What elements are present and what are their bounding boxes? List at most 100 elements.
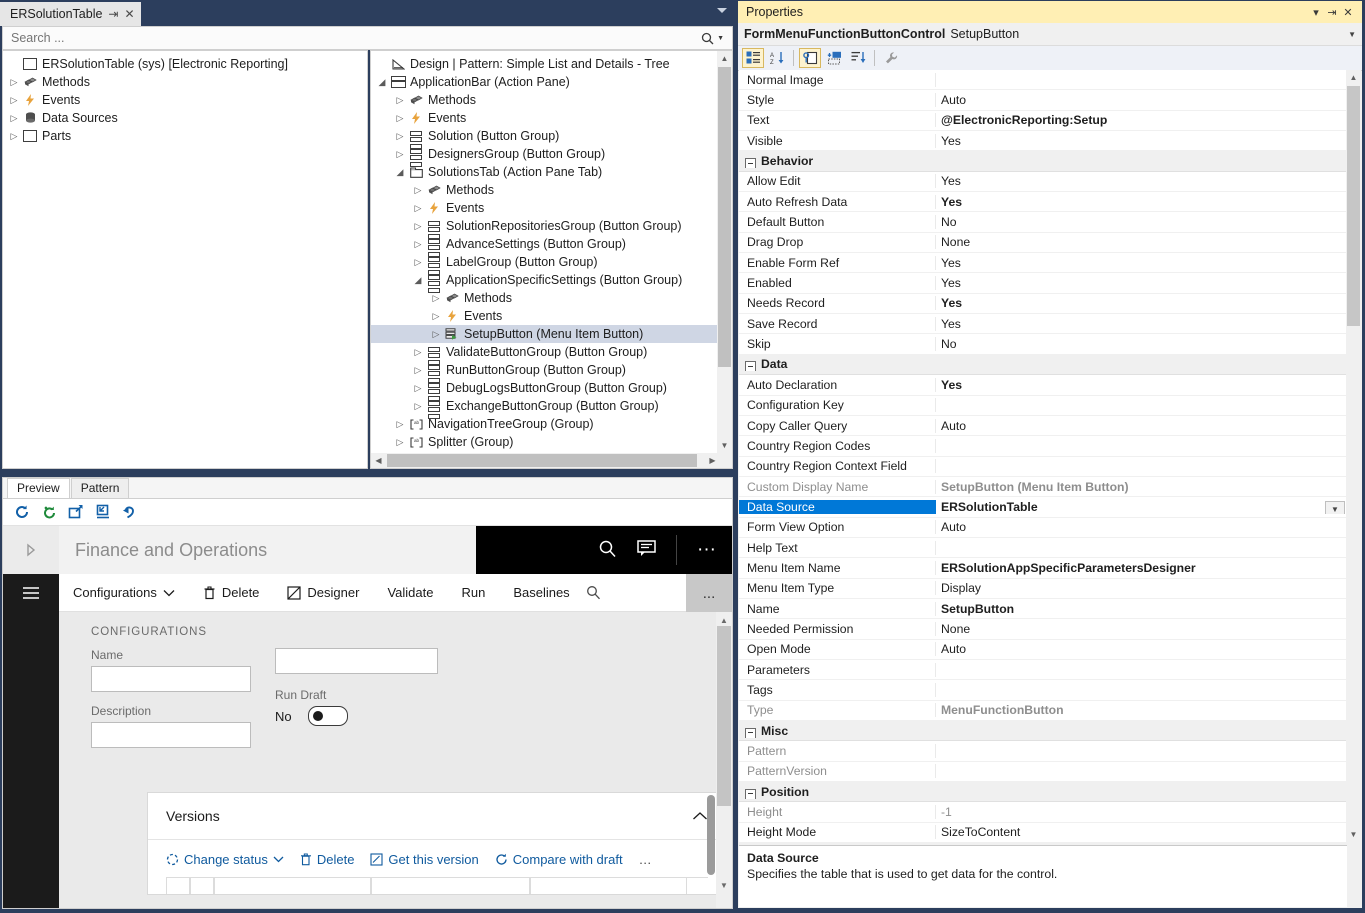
action-compare-with-draft[interactable]: Compare with draft <box>495 852 623 867</box>
property-row[interactable]: Auto Refresh Data Yes <box>739 192 1347 213</box>
expander-collapsed-icon[interactable]: ▷ <box>411 379 425 397</box>
tree-node[interactable]: ▷ Events <box>371 307 720 325</box>
events-icon[interactable] <box>847 48 869 68</box>
property-value[interactable]: Auto <box>941 642 966 656</box>
expander-collapsed-icon[interactable]: ▷ <box>393 415 407 433</box>
tree-node[interactable]: ▷ AdvanceSettings (Button Group) <box>371 235 720 257</box>
scrollbar-thumb[interactable] <box>717 626 731 806</box>
dock-icon[interactable] <box>94 504 111 521</box>
property-value[interactable]: ERSolutionTable <box>941 500 1038 514</box>
scrollbar-thumb[interactable] <box>1347 86 1360 326</box>
tree-node[interactable]: ▷ Events <box>371 109 720 127</box>
properties-object-selector[interactable]: FormMenuFunctionButtonControl SetupButto… <box>738 23 1362 46</box>
chevron-down-icon[interactable]: ▾ <box>1308 6 1324 19</box>
property-value[interactable]: SetupButton <box>941 602 1014 616</box>
search-bar[interactable]: ▼ <box>2 26 733 50</box>
scroll-down-icon[interactable]: ▼ <box>1346 827 1361 842</box>
property-category-row[interactable]: Misc <box>739 721 1347 742</box>
refresh-all-icon[interactable] <box>40 504 57 521</box>
property-row[interactable]: Default Button No <box>739 212 1347 233</box>
properties-page-icon[interactable] <box>799 48 821 68</box>
expander-collapsed-icon[interactable]: ▷ <box>7 91 21 109</box>
property-row[interactable]: Form View Option Auto <box>739 518 1347 538</box>
scroll-down-icon[interactable]: ▼ <box>717 438 732 453</box>
property-value[interactable]: Yes <box>941 195 962 209</box>
property-value[interactable]: Yes <box>941 296 962 310</box>
command-configurations[interactable]: Configurations <box>59 574 189 612</box>
property-row[interactable]: Tags <box>739 680 1347 701</box>
property-row[interactable]: Configuration Key <box>739 396 1347 416</box>
command-designer[interactable]: Designer <box>273 574 373 612</box>
secondary-input[interactable] <box>275 648 438 674</box>
expander-collapsed-icon[interactable]: ▷ <box>393 127 407 145</box>
ellipsis-icon[interactable]: ··· <box>697 540 716 559</box>
categorized-icon[interactable] <box>742 48 764 68</box>
properties-vertical-scrollbar[interactable]: ▲ ▼ <box>1346 70 1361 842</box>
property-row[interactable]: Height -1 <box>739 802 1347 823</box>
expander-collapsed-icon[interactable]: ▷ <box>7 127 21 145</box>
tab-preview[interactable]: Preview <box>7 478 70 498</box>
tree-node[interactable]: ▷ SetupButton (Menu Item Button) <box>371 325 720 343</box>
property-row[interactable]: Menu Item Type Display <box>739 579 1347 599</box>
property-row[interactable]: PatternVersion <box>739 762 1347 783</box>
collapse-toggle-icon[interactable] <box>745 361 756 372</box>
property-value[interactable]: Yes <box>941 134 961 148</box>
property-row[interactable]: Allow Edit Yes <box>739 172 1347 193</box>
search-icon[interactable]: ▼ <box>701 32 732 45</box>
command-baselines[interactable]: Baselines <box>499 574 583 612</box>
description-input[interactable] <box>91 722 251 748</box>
property-row[interactable]: Auto Declaration Yes <box>739 375 1347 396</box>
action-overflow-ellipsis[interactable]: … <box>639 852 653 867</box>
chevron-down-icon[interactable]: ▼ <box>717 35 724 42</box>
hamburger-icon[interactable] <box>3 574 59 612</box>
property-row[interactable]: Country Region Context Field <box>739 457 1347 477</box>
property-value[interactable]: SetupButton (Menu Item Button) <box>941 480 1129 494</box>
expander-collapsed-icon[interactable]: ▷ <box>7 73 21 91</box>
expander-collapsed-icon[interactable]: ▷ <box>411 199 425 217</box>
tree-node[interactable]: ▷ Solution (Button Group) <box>371 127 720 149</box>
alphabetical-icon[interactable]: AZ <box>766 48 788 68</box>
scroll-up-icon[interactable]: ▲ <box>717 51 732 66</box>
tree-node[interactable]: ▷ Parts <box>3 127 367 145</box>
search-icon[interactable] <box>598 539 617 561</box>
tree-node[interactable]: ▷ Methods <box>371 181 720 199</box>
wrench-icon[interactable] <box>880 48 902 68</box>
search-input[interactable] <box>3 30 702 46</box>
property-row[interactable]: Needed Permission None <box>739 619 1347 640</box>
tree-node[interactable]: ▷ ab Splitter (Group) <box>371 433 720 451</box>
property-row[interactable]: Skip No <box>739 334 1347 355</box>
property-value[interactable]: ERSolutionAppSpecificParametersDesigner <box>941 561 1196 575</box>
scrollbar-thumb[interactable] <box>718 67 731 367</box>
collapse-toggle-icon[interactable] <box>745 158 756 169</box>
command-overflow-button[interactable]: ... <box>686 574 732 612</box>
property-row[interactable]: Help Text <box>739 538 1347 559</box>
property-value[interactable]: Auto <box>941 419 966 433</box>
property-row[interactable]: Normal Image <box>739 70 1347 91</box>
tree-node[interactable]: ▷ Events <box>3 91 367 109</box>
expander-expanded-icon[interactable]: ◢ <box>375 73 389 91</box>
scroll-left-icon[interactable]: ◀ <box>371 453 386 468</box>
property-row[interactable]: Enable Form Ref Yes <box>739 253 1347 274</box>
property-value[interactable]: Auto <box>941 520 966 534</box>
property-row[interactable]: Visible Yes <box>739 131 1347 152</box>
tree-node[interactable]: ▷ ab NavigationTreeGroup (Group) <box>371 415 720 433</box>
property-row[interactable]: Height Mode SizeToContent <box>739 823 1347 842</box>
tree-node[interactable]: ▷ LabelGroup (Button Group) <box>371 253 720 275</box>
document-tab-ersolutiontable[interactable]: ERSolutionTable ⇥ ✕ <box>0 2 141 26</box>
property-row[interactable]: Save Record Yes <box>739 314 1347 335</box>
chevron-down-icon[interactable]: ▼ <box>1325 500 1345 514</box>
expander-collapsed-icon[interactable]: ▷ <box>393 109 407 127</box>
tree-node[interactable]: ▷ Methods <box>3 73 367 91</box>
tree-node[interactable]: ▷ Methods <box>371 91 720 109</box>
design-tree-horizontal-scrollbar[interactable]: ◀ ▶ <box>371 453 720 468</box>
property-row[interactable]: Type MenuFunctionButton <box>739 701 1347 721</box>
tree-node[interactable]: Design | Pattern: Simple List and Detail… <box>371 55 720 73</box>
property-row[interactable]: Name SetupButton <box>739 599 1347 620</box>
property-value[interactable]: No <box>941 215 957 229</box>
preview-vertical-scrollbar[interactable]: ▲ ▼ <box>716 612 732 908</box>
property-value[interactable]: No <box>941 337 957 351</box>
property-row[interactable]: Style Auto <box>739 90 1347 111</box>
expander-collapsed-icon[interactable]: ▷ <box>393 91 407 109</box>
expander-collapsed-icon[interactable]: ▷ <box>411 235 425 253</box>
chevron-down-icon[interactable] <box>717 8 727 13</box>
